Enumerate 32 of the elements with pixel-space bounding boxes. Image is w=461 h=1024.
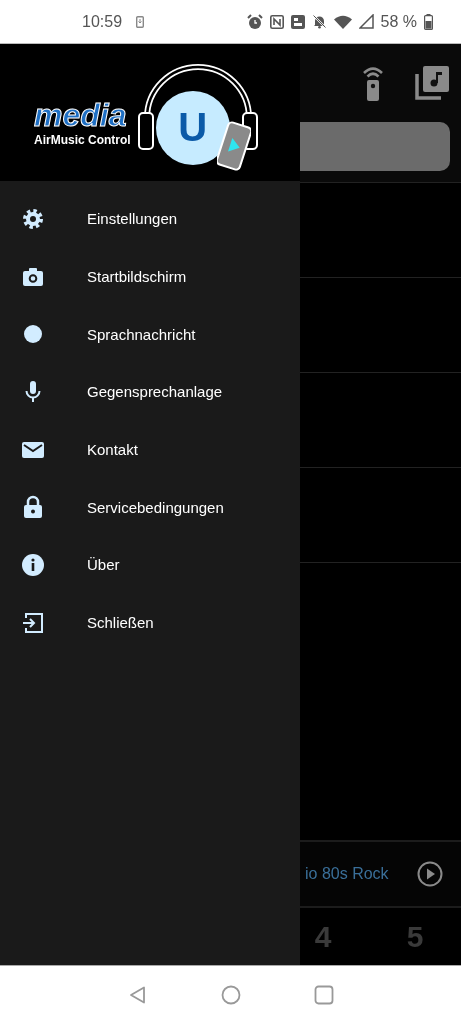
battery-percentage: 58 % xyxy=(380,12,417,31)
logo-wordmark: media xyxy=(34,98,128,131)
exit-icon xyxy=(21,610,45,635)
download-icon xyxy=(136,15,145,28)
home-icon[interactable] xyxy=(220,985,241,1005)
lock-icon xyxy=(21,495,45,520)
settings-icon xyxy=(21,206,45,231)
nfc-icon xyxy=(269,14,284,29)
wifi-icon xyxy=(333,14,352,29)
menu-item[interactable]: Gegensprechanlage xyxy=(0,363,300,421)
remote-control-icon[interactable] xyxy=(361,65,385,101)
menu-item[interactable]: Schließen xyxy=(0,593,300,652)
muted-bell-icon xyxy=(311,14,327,29)
menu-item[interactable]: Servicebedingungen xyxy=(0,478,300,537)
clock: 10:59 xyxy=(82,12,123,31)
back-icon[interactable] xyxy=(127,985,148,1005)
alarm-icon xyxy=(246,13,263,30)
volte-icon xyxy=(290,14,305,29)
menu-item[interactable]: Über xyxy=(0,536,300,594)
info-icon xyxy=(21,552,45,577)
music-library-icon[interactable] xyxy=(415,66,449,100)
menu-item[interactable]: Kontakt xyxy=(0,420,300,479)
menu-item[interactable]: Startbildschirm xyxy=(0,247,300,306)
battery-icon xyxy=(424,13,433,30)
play-icon[interactable] xyxy=(417,861,443,887)
menu-item[interactable]: Sprachnachricht xyxy=(0,305,300,364)
recents-icon[interactable] xyxy=(313,985,334,1005)
logo-subtitle: AirMusic Control xyxy=(34,132,131,147)
logo-letter: U xyxy=(178,105,208,150)
signal-icon xyxy=(358,14,374,29)
station-title: io 80s Rock xyxy=(305,865,390,883)
menu-item[interactable]: Einstellungen xyxy=(0,190,300,248)
